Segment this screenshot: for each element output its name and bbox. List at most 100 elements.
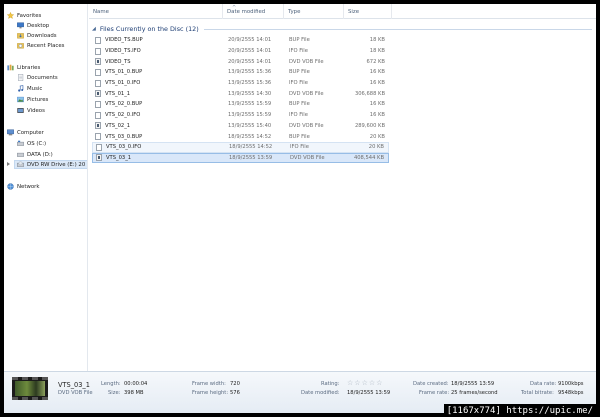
file-name: VTS_03_1 [106, 154, 132, 161]
file-size: 18 KB [369, 48, 385, 55]
nav-favorites-label: Favorites [17, 12, 42, 19]
videos-icon [17, 108, 24, 113]
details-date-created-value: 18/9/2555 13:59 [451, 381, 495, 387]
documents-icon [18, 74, 24, 81]
column-date-modified-label: Date modified [227, 8, 266, 15]
details-frame-rate-value: 25 frames/second [451, 390, 498, 396]
dvd-file-icon [96, 154, 102, 162]
file-name: VTS_03_0.BUP [105, 133, 143, 140]
file-row[interactable]: VTS_03_1 18/9/2555 13:59 DVD VOB File 408,5… [92, 152, 389, 164]
rating-star-icon[interactable]: ☆ [369, 380, 375, 387]
video-thumbnail [12, 377, 48, 400]
nav-computer[interactable]: Computer [7, 128, 44, 137]
file-name: VTS_03_0.IFO [106, 144, 142, 151]
column-size[interactable]: Size [344, 4, 392, 19]
nav-data-drive[interactable]: DATA (D:) [17, 150, 53, 159]
file-row[interactable]: VIDEO_TS.IFO 20/9/2555 14:01 IFO File 18 KB [92, 46, 389, 57]
nav-os-drive[interactable]: OS (C:) [17, 139, 46, 148]
nav-pictures[interactable]: Pictures [17, 95, 48, 104]
expand-arrow-icon[interactable] [7, 162, 10, 166]
file-name: VTS_01_1 [105, 90, 131, 97]
nav-documents[interactable]: Documents [17, 73, 58, 82]
group-divider [203, 28, 592, 30]
nav-videos[interactable]: Videos [17, 106, 45, 115]
details-rating-label: Rating: [321, 381, 340, 387]
nav-downloads-label: Downloads [27, 32, 57, 39]
computer-icon [7, 129, 14, 136]
rating-star-icon[interactable]: ☆ [354, 380, 360, 387]
file-list: VIDEO_TS.BUP 20/9/2555 14:01 BUP File 18 KB… [92, 35, 389, 164]
pictures-icon [17, 96, 24, 103]
column-name[interactable]: Name [89, 4, 223, 19]
nav-libraries-label: Libraries [17, 64, 41, 71]
file-icon [95, 133, 101, 141]
nav-dvd-drive[interactable]: DVD RW Drive (E:) 20 [14, 160, 87, 169]
dvd-file-icon [95, 58, 101, 66]
nav-libraries[interactable]: Libraries [7, 63, 40, 72]
file-size: 16 KB [369, 112, 385, 119]
file-name: VTS_01_0.IFO [105, 80, 141, 87]
details-frame-height-value: 576 [230, 390, 240, 396]
file-row[interactable]: VTS_02_0.IFO 13/9/2555 15:59 IFO File 16 KB [92, 110, 389, 121]
file-icon [95, 36, 101, 44]
nav-data-drive-label: DATA (D:) [27, 151, 53, 158]
nav-computer-label: Computer [17, 129, 44, 136]
nav-desktop[interactable]: Desktop [17, 21, 49, 30]
file-type: IFO File [289, 80, 308, 87]
rating-star-icon[interactable]: ☆ [347, 380, 353, 387]
column-date-modified[interactable]: Date modified [223, 4, 284, 19]
file-row[interactable]: VTS_01_0.IFO 13/9/2555 15:36 IFO File 16 KB [92, 78, 389, 89]
file-size: 16 KB [369, 101, 385, 108]
file-icon [95, 68, 101, 76]
nav-network[interactable]: Network [7, 182, 40, 191]
details-size-label: Size: [108, 390, 121, 396]
libraries-icon [7, 64, 14, 71]
nav-downloads[interactable]: Downloads [17, 31, 57, 40]
details-frame-height-label: Frame height: [192, 390, 229, 396]
rating-star-icon[interactable]: ☆ [376, 380, 382, 387]
details-date-created-label: Date created: [413, 381, 449, 387]
file-icon [95, 47, 101, 55]
file-row[interactable]: VTS_03_0.BUP 18/9/2555 14:52 BUP File 20 KB [92, 131, 389, 142]
network-icon [7, 183, 14, 190]
file-icon [95, 111, 101, 119]
group-header[interactable]: ◢ Files Currently on the Disc (12) [92, 24, 592, 34]
file-size: 16 KB [369, 80, 385, 87]
file-type: BUP File [289, 101, 310, 108]
file-row[interactable]: VTS_01_0.BUP 13/9/2555 15:36 BUP File 16 KB [92, 67, 389, 78]
file-size: 16 KB [369, 69, 385, 76]
file-name: VTS_02_1 [105, 122, 131, 129]
file-type: IFO File [289, 48, 308, 55]
file-row[interactable]: VTS_01_1 13/9/2555 14:30 DVD VOB File 306,6… [92, 88, 389, 99]
hard-drive-icon [17, 140, 24, 146]
nav-recent-places[interactable]: Recent Places [17, 41, 64, 50]
star-icon [7, 12, 14, 19]
file-size: 408,544 KB [353, 154, 384, 161]
file-name: VIDEO_TS.BUP [105, 37, 143, 44]
nav-favorites[interactable]: Favorites [7, 11, 41, 20]
collapse-chevron-icon[interactable]: ◢ [92, 26, 96, 32]
file-row[interactable]: VTS_02_1 13/9/2555 15:40 DVD VOB File 289,6… [92, 121, 389, 132]
rating-star-icon[interactable]: ☆ [362, 380, 368, 387]
column-type[interactable]: Type [284, 4, 344, 19]
file-size: 20 KB [368, 144, 384, 151]
file-date-modified: 13/9/2555 15:36 [228, 80, 272, 87]
file-date-modified: 13/9/2555 15:40 [228, 122, 272, 129]
nav-music[interactable]: Music [17, 84, 42, 93]
nav-music-label: Music [27, 85, 43, 92]
details-total-bitrate-value: 9548kbps [558, 390, 584, 396]
file-size: 20 KB [369, 133, 385, 140]
downloads-folder-icon [17, 33, 24, 39]
file-row[interactable]: VIDEO_TS 20/9/2555 14:01 DVD VOB File 672 K… [92, 56, 389, 67]
rating-stars[interactable]: ☆ ☆ ☆ ☆ ☆ [347, 380, 382, 387]
file-row[interactable]: VTS_03_0.IFO 18/9/2555 14:52 IFO File 20 KB [92, 141, 389, 153]
file-row[interactable]: VIDEO_TS.BUP 20/9/2555 14:01 BUP File 18 KB [92, 35, 389, 46]
file-date-modified: 18/9/2555 13:59 [229, 154, 273, 161]
file-date-modified: 18/9/2555 14:52 [229, 144, 273, 151]
file-type: DVD VOB File [289, 122, 324, 129]
details-size-value: 398 MB [124, 390, 144, 396]
details-frame-rate-label: Frame rate: [419, 390, 450, 396]
file-row[interactable]: VTS_02_0.BUP 13/9/2555 15:59 BUP File 16 KB [92, 99, 389, 110]
desktop-icon [17, 22, 24, 29]
details-data-rate-label: Data rate: [530, 381, 557, 387]
